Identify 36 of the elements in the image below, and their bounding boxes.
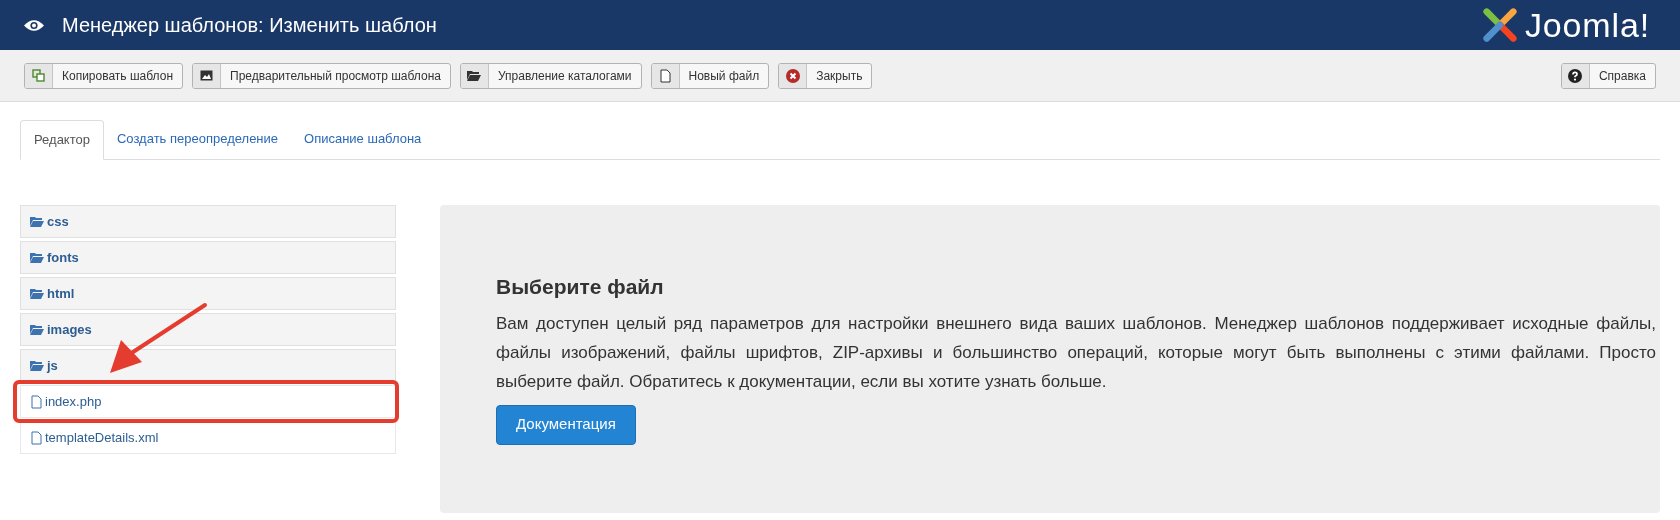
toolbar-button[interactable]: Предварительный просмотр шаблона [192, 62, 451, 89]
page-title: Менеджер шаблонов: Изменить шаблон [62, 13, 437, 38]
folder-icon [30, 324, 44, 335]
folder-row[interactable]: images [20, 313, 396, 346]
file-icon [31, 394, 42, 409]
panel-heading: Выберите файл [496, 274, 665, 300]
folder-row[interactable]: html [20, 277, 396, 310]
logo-text: Joomla! [1525, 8, 1650, 42]
folder-row[interactable]: js [20, 349, 396, 382]
toolbar-button[interactable]: Справка [1560, 62, 1656, 89]
folder-row[interactable]: fonts [20, 241, 396, 274]
file-icon [31, 430, 42, 445]
file-row[interactable]: index.php [20, 385, 396, 418]
folder-icon [30, 216, 44, 227]
tab[interactable]: Создать переопределение [103, 119, 292, 159]
logo-icon [1481, 6, 1519, 44]
tab[interactable]: Редактор [20, 120, 104, 160]
tab[interactable]: Описание шаблона [291, 119, 435, 159]
folder-icon [467, 70, 482, 81]
panel-description: Вам доступен целый ряд параметров для настройки внешнего вида ваших шаблонов. Менеджер шаблонов поддерживает исходные файлы, файлы изображений, файлы шрифтов, ZIP-архивы и большинство операций, которые могут быть выполнены с этими файлами. Просто выберите файл. Обратитесь к документации, если вы хотите узнать больше. [496, 312, 1656, 393]
close-icon [785, 68, 800, 83]
eye-icon [24, 18, 44, 32]
toolbar-button[interactable]: Новый файл [650, 62, 770, 89]
folder-row[interactable]: css [20, 205, 396, 238]
toolbar-button[interactable]: Закрыть [778, 62, 873, 89]
folder-icon [30, 252, 44, 263]
folder-icon [30, 288, 44, 299]
folder-icon [30, 360, 44, 371]
help-icon [1568, 68, 1583, 83]
file-row[interactable]: templateDetails.xml [20, 421, 396, 454]
documentation-button[interactable]: Документация [496, 404, 636, 445]
image-icon [200, 70, 214, 81]
copy-icon [32, 69, 45, 82]
file-icon [659, 68, 671, 83]
toolbar-button[interactable]: Управление каталогами [459, 62, 642, 89]
toolbar-button[interactable]: Копировать шаблон [24, 62, 184, 89]
